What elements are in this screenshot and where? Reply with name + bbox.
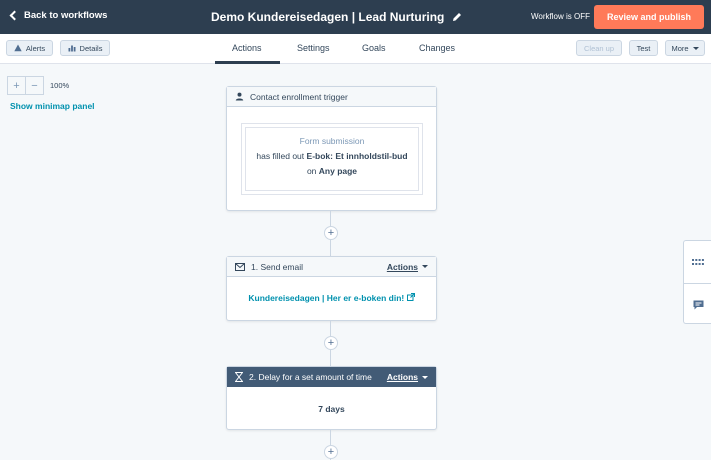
right-side-panel xyxy=(683,240,711,324)
trigger-title: Contact enrollment trigger xyxy=(250,91,348,102)
send-email-header: 1. Send email Actions xyxy=(227,257,436,277)
alerts-button[interactable]: Alerts xyxy=(6,40,53,56)
actions-label: Actions xyxy=(386,372,418,382)
add-action-button[interactable]: + xyxy=(324,445,338,459)
caret-down-icon xyxy=(422,375,428,379)
hourglass-icon xyxy=(235,372,243,382)
tab-settings[interactable]: Settings xyxy=(297,43,330,53)
tab-actions[interactable]: Actions xyxy=(232,43,262,53)
details-label: Details xyxy=(79,43,103,53)
comments-button[interactable] xyxy=(684,283,711,325)
delay-header: 2. Delay for a set amount of time Action… xyxy=(227,367,436,387)
delay-card[interactable]: 2. Delay for a set amount of time Action… xyxy=(226,366,437,430)
review-and-publish-button[interactable]: Review and publish xyxy=(594,5,704,29)
trigger-page: Any page xyxy=(318,166,358,176)
keyboard-icon xyxy=(692,259,704,265)
pencil-icon[interactable] xyxy=(452,12,462,22)
comment-icon xyxy=(693,300,703,309)
more-label: More xyxy=(671,43,689,53)
caret-down-icon xyxy=(692,46,699,50)
warning-icon xyxy=(14,44,22,52)
external-link-icon xyxy=(406,293,415,301)
send-email-actions-menu[interactable]: Actions xyxy=(387,262,428,272)
workflow-title-text: Demo Kundereisedagen | Lead Nurturing xyxy=(211,10,445,24)
tab-goals[interactable]: Goals xyxy=(362,43,386,53)
caret-down-icon xyxy=(422,265,428,268)
zoom-in-button[interactable]: + xyxy=(8,77,25,94)
test-button[interactable]: Test xyxy=(629,40,658,56)
zoom-out-button[interactable]: − xyxy=(25,77,43,94)
chevron-left-icon xyxy=(9,10,20,21)
zoom-level: 100% xyxy=(50,81,70,90)
workflow-title[interactable]: Demo Kundereisedagen | Lead Nurturing xyxy=(211,10,462,24)
keyboard-shortcuts-button[interactable] xyxy=(684,241,711,283)
contact-icon xyxy=(235,92,244,101)
email-name: Kundereisedagen | Her er e-boken din! xyxy=(248,293,405,303)
delay-value: 7 days xyxy=(318,404,345,414)
envelope-icon xyxy=(235,262,245,271)
enrollment-trigger-card[interactable]: Contact enrollment trigger Form submissi… xyxy=(226,86,437,211)
add-action-button[interactable]: + xyxy=(324,336,338,350)
clean-up-button[interactable]: Clean up xyxy=(576,40,622,56)
back-label: Back to workflows xyxy=(24,10,108,21)
trigger-header: Contact enrollment trigger xyxy=(227,87,436,107)
send-email-title: 1. Send email xyxy=(251,261,303,272)
trigger-text-pre: has filled out xyxy=(256,151,305,161)
bar-chart-icon xyxy=(68,45,76,52)
details-button[interactable]: Details xyxy=(60,40,110,56)
trigger-text-on: on xyxy=(306,166,317,176)
actions-label: Actions xyxy=(386,261,418,272)
trigger-type: Form submission xyxy=(299,136,365,146)
delay-title: 2. Delay for a set amount of time xyxy=(249,372,372,382)
email-link[interactable]: Kundereisedagen | Her er e-boken din! xyxy=(227,293,436,303)
trigger-filter-box: Form submission has filled out E-bok: Et… xyxy=(245,127,419,191)
tab-changes[interactable]: Changes xyxy=(419,43,455,53)
back-to-workflows-link[interactable]: Back to workflows xyxy=(9,10,107,21)
show-minimap-link[interactable]: Show minimap panel xyxy=(10,101,95,111)
trigger-criteria: Form submission has filled out E-bok: Et… xyxy=(241,123,423,195)
tab-bar: Alerts Details Actions Settings Goals Ch… xyxy=(0,34,711,64)
zoom-controls: + − xyxy=(7,76,44,95)
active-tab-indicator xyxy=(215,61,280,64)
delay-actions-menu[interactable]: Actions xyxy=(387,372,428,382)
add-action-button[interactable]: + xyxy=(324,226,338,240)
send-email-card[interactable]: 1. Send email Actions Kundereisedagen | … xyxy=(226,256,437,321)
trigger-description: has filled out E-bok: Et innholdstil-bud… xyxy=(246,149,418,179)
top-header: Back to workflows Demo Kundereisedagen |… xyxy=(0,0,711,34)
workflow-status: Workflow is OFF xyxy=(531,12,590,21)
alerts-label: Alerts xyxy=(25,43,46,53)
more-button[interactable]: More xyxy=(665,40,705,56)
trigger-form-name: E-bok: Et innholdstil-bud xyxy=(306,151,408,161)
